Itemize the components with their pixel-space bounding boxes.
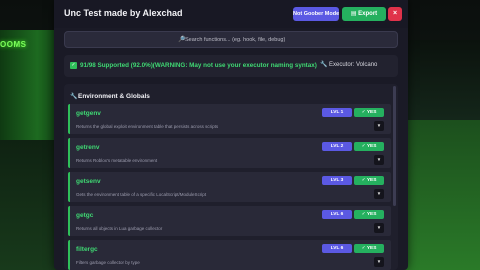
status-badge: ✓ YES	[354, 176, 384, 185]
expand-button[interactable]: ▼	[374, 257, 384, 267]
export-label: Export	[358, 11, 378, 17]
expand-button[interactable]: ▼	[374, 189, 384, 199]
scrollbar[interactable]	[393, 86, 396, 206]
level-badge: LVL 2	[322, 142, 352, 151]
function-name: getsenv	[76, 178, 101, 185]
function-description: Filters garbage collector by type	[76, 260, 140, 265]
status-banner: ✓ 91/98 Supported (92.0%)(WARNING: May n…	[64, 55, 398, 77]
function-row-getrenv[interactable]: getrenv Returns Roblox's metatable envir…	[68, 138, 391, 168]
executor-label: Executor: Volcano	[329, 62, 378, 68]
background-neon-sign: OOMS	[0, 40, 27, 49]
function-row-getsenv[interactable]: getsenv Gets the environment table of a …	[68, 172, 391, 202]
search-input[interactable]	[185, 32, 385, 47]
function-row-getgc[interactable]: getgc Returns all objects in Lua garbage…	[68, 206, 391, 236]
status-badge: ✓ YES	[354, 244, 384, 253]
level-badge: LVL 6	[322, 210, 352, 219]
goober-mode-button[interactable]: Not Goober Mode	[293, 7, 339, 21]
background-floor	[0, 140, 62, 270]
close-button[interactable]: ×	[388, 7, 402, 21]
export-icon: ▤	[350, 11, 357, 17]
wrench-icon: 🔧	[320, 62, 328, 68]
level-badge: LVL 3	[322, 176, 352, 185]
function-description: Returns Roblox's metatable environment	[76, 158, 158, 163]
title-bar[interactable]: Unc Test made by Alexchad Not Goober Mod…	[54, 0, 408, 28]
expand-button[interactable]: ▼	[374, 121, 384, 131]
check-icon: ✓	[70, 62, 77, 69]
function-name: getrenv	[76, 144, 100, 151]
unc-test-window: Unc Test made by Alexchad Not Goober Mod…	[54, 0, 408, 270]
function-list-panel[interactable]: 🔧 Environment & Globals getgenv Returns …	[64, 84, 398, 270]
function-row-filtergc[interactable]: filtergc Filters garbage collector by ty…	[68, 240, 391, 270]
status-badge: ✓ YES	[354, 108, 384, 117]
search-bar[interactable]: 🔎	[64, 31, 398, 48]
support-summary: 91/98 Supported (92.0%)(WARNING: May not…	[80, 62, 317, 69]
section-title: Environment & Globals	[78, 93, 150, 100]
function-name: filtergc	[76, 246, 98, 253]
expand-button[interactable]: ▼	[374, 155, 384, 165]
function-row-getgenv[interactable]: getgenv Returns the global exploit envir…	[68, 104, 391, 134]
background-green-wall	[396, 120, 480, 270]
function-description: Returns all objects in Lua garbage colle…	[76, 226, 163, 231]
export-button[interactable]: ▤ Export	[342, 7, 386, 21]
function-name: getgenv	[76, 110, 101, 117]
wrench-icon: 🔧	[70, 94, 78, 100]
status-badge: ✓ YES	[354, 210, 384, 219]
status-badge: ✓ YES	[354, 142, 384, 151]
function-description: Gets the environment table of a specific…	[76, 192, 207, 197]
level-badge: LVL 1	[322, 108, 352, 117]
window-title: Unc Test made by Alexchad	[64, 8, 183, 18]
level-badge: LVL 6	[322, 244, 352, 253]
background-dark-area	[396, 40, 480, 120]
function-description: Returns the global exploit environment t…	[76, 124, 219, 129]
function-name: getgc	[76, 212, 94, 219]
expand-button[interactable]: ▼	[374, 223, 384, 233]
